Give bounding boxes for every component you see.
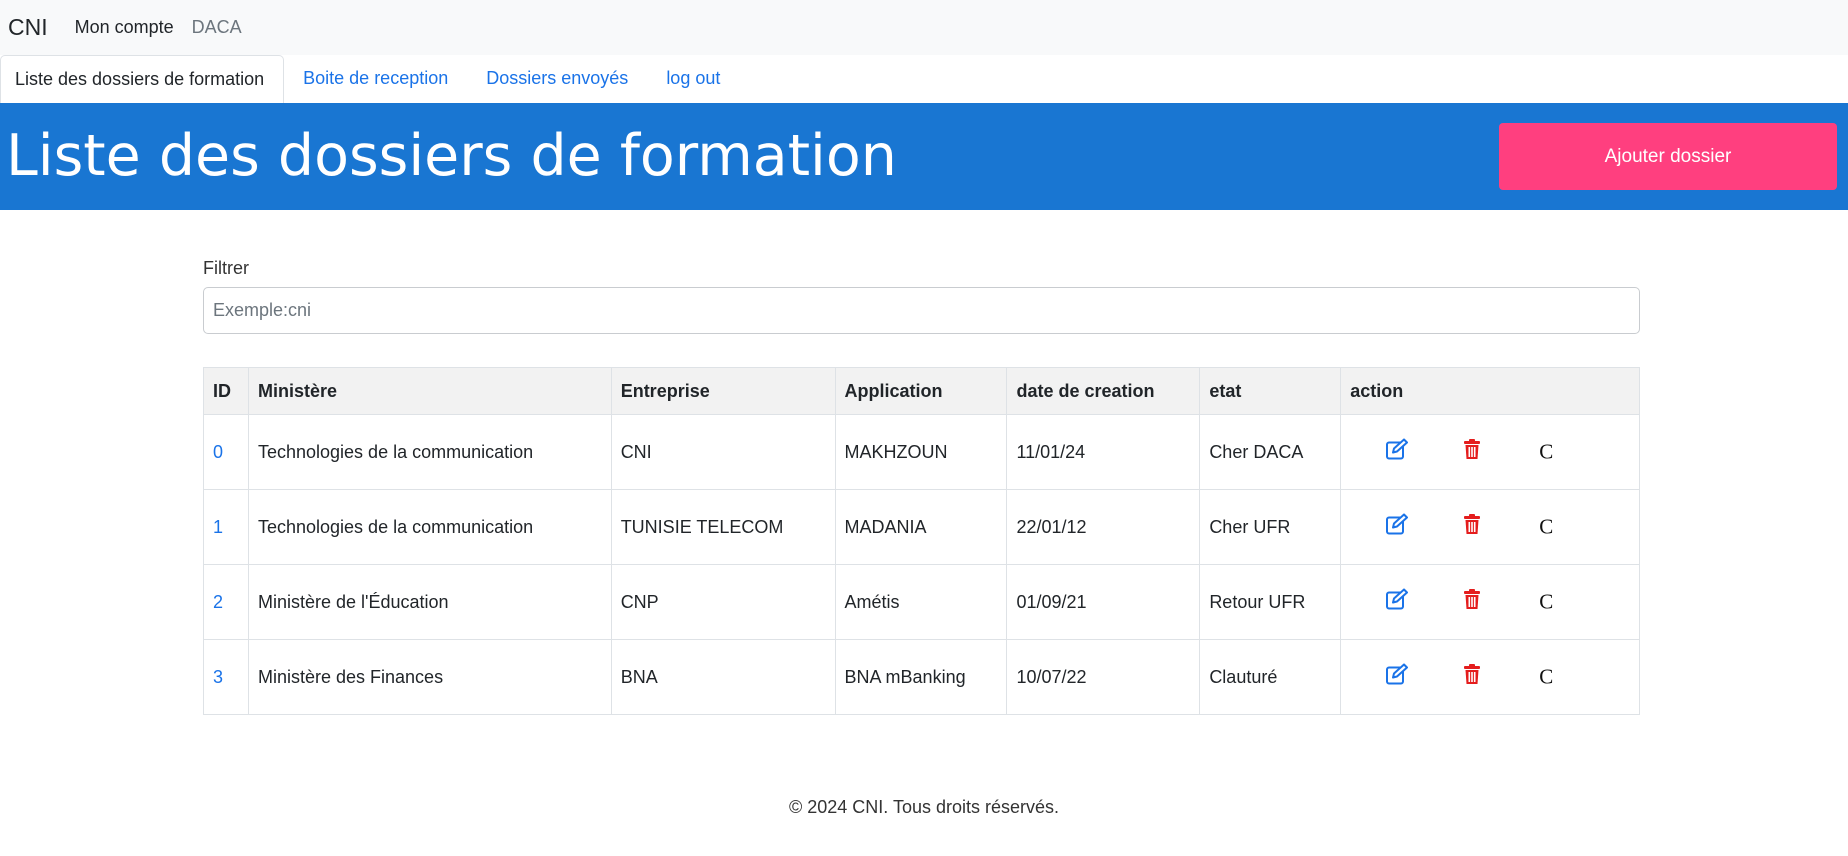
cell-entreprise: BNA [610, 639, 836, 715]
trash-icon[interactable] [1463, 664, 1481, 690]
cell-etat: Retour UFR [1199, 564, 1342, 640]
cell-ministere: Ministère de l'Éducation [247, 564, 612, 640]
cell-ministere: Technologies de la communication [247, 414, 612, 490]
c-action-icon[interactable]: C [1539, 515, 1553, 540]
row-id-link[interactable]: 0 [213, 442, 223, 462]
edit-icon[interactable] [1385, 513, 1409, 541]
cell-application: MADANIA [834, 489, 1008, 565]
cell-date: 11/01/24 [1006, 414, 1201, 490]
header-etat: etat [1199, 367, 1342, 415]
trash-icon[interactable] [1463, 589, 1481, 615]
nav-daca[interactable]: DACA [192, 17, 242, 38]
table-row: 0 Technologies de la communication CNI M… [203, 414, 1640, 490]
cell-actions: C [1340, 489, 1640, 565]
filter-input[interactable] [203, 287, 1640, 334]
cell-date: 01/09/21 [1006, 564, 1201, 640]
top-navbar: CNI Mon compte DACA [0, 0, 1848, 55]
trash-icon[interactable] [1463, 439, 1481, 465]
page-title: Liste des dossiers de formation [6, 123, 897, 189]
cell-actions: C [1340, 639, 1640, 715]
table-row: 3 Ministère des Finances BNA BNA mBankin… [203, 639, 1640, 715]
c-action-icon[interactable]: C [1539, 590, 1553, 615]
header-id: ID [203, 367, 249, 415]
edit-icon[interactable] [1385, 438, 1409, 466]
header-date-creation: date de creation [1006, 367, 1201, 415]
header-ministere: Ministère [247, 367, 612, 415]
cell-actions: C [1340, 564, 1640, 640]
table-row: 2 Ministère de l'Éducation CNP Amétis 01… [203, 564, 1640, 640]
cell-etat: Clauturé [1199, 639, 1342, 715]
cell-entreprise: CNP [610, 564, 836, 640]
cell-application: BNA mBanking [834, 639, 1008, 715]
header-entreprise: Entreprise [610, 367, 836, 415]
footer-copyright: © 2024 CNI. Tous droits réservés. [788, 797, 1060, 817]
dossiers-table: ID Ministère Entreprise Application date… [203, 367, 1640, 715]
trash-icon[interactable] [1463, 514, 1481, 540]
add-dossier-button[interactable]: Ajouter dossier [1499, 123, 1837, 190]
cell-etat: Cher UFR [1199, 489, 1342, 565]
row-id-link[interactable]: 3 [213, 667, 223, 687]
cell-entreprise: TUNISIE TELECOM [610, 489, 836, 565]
row-id-link[interactable]: 1 [213, 517, 223, 537]
cell-date: 22/01/12 [1006, 489, 1201, 565]
c-action-icon[interactable]: C [1539, 440, 1553, 465]
tab-dossiers-envoyes[interactable]: Dossiers envoyés [467, 55, 647, 103]
cell-entreprise: CNI [610, 414, 836, 490]
page-banner: Liste des dossiers de formation Ajouter … [0, 103, 1848, 210]
tab-bar: Liste des dossiers de formation Boite de… [0, 55, 1848, 103]
cell-application: MAKHZOUN [834, 414, 1008, 490]
header-application: Application [834, 367, 1008, 415]
table-row: 1 Technologies de la communication TUNIS… [203, 489, 1640, 565]
edit-icon[interactable] [1385, 588, 1409, 616]
cell-ministere: Ministère des Finances [247, 639, 612, 715]
filter-label: Filtrer [203, 258, 249, 278]
table-header-row: ID Ministère Entreprise Application date… [203, 367, 1640, 415]
cell-actions: C [1340, 414, 1640, 490]
cell-application: Amétis [834, 564, 1008, 640]
brand-logo[interactable]: CNI [8, 14, 48, 41]
tab-boite-reception[interactable]: Boite de reception [284, 55, 467, 103]
cell-etat: Cher DACA [1199, 414, 1342, 490]
nav-mon-compte[interactable]: Mon compte [75, 17, 174, 38]
cell-ministere: Technologies de la communication [247, 489, 612, 565]
header-action: action [1340, 367, 1640, 415]
row-id-link[interactable]: 2 [213, 592, 223, 612]
tab-log-out[interactable]: log out [647, 55, 739, 103]
cell-date: 10/07/22 [1006, 639, 1201, 715]
c-action-icon[interactable]: C [1539, 665, 1553, 690]
tab-liste-dossiers[interactable]: Liste des dossiers de formation [0, 55, 285, 103]
edit-icon[interactable] [1385, 663, 1409, 691]
